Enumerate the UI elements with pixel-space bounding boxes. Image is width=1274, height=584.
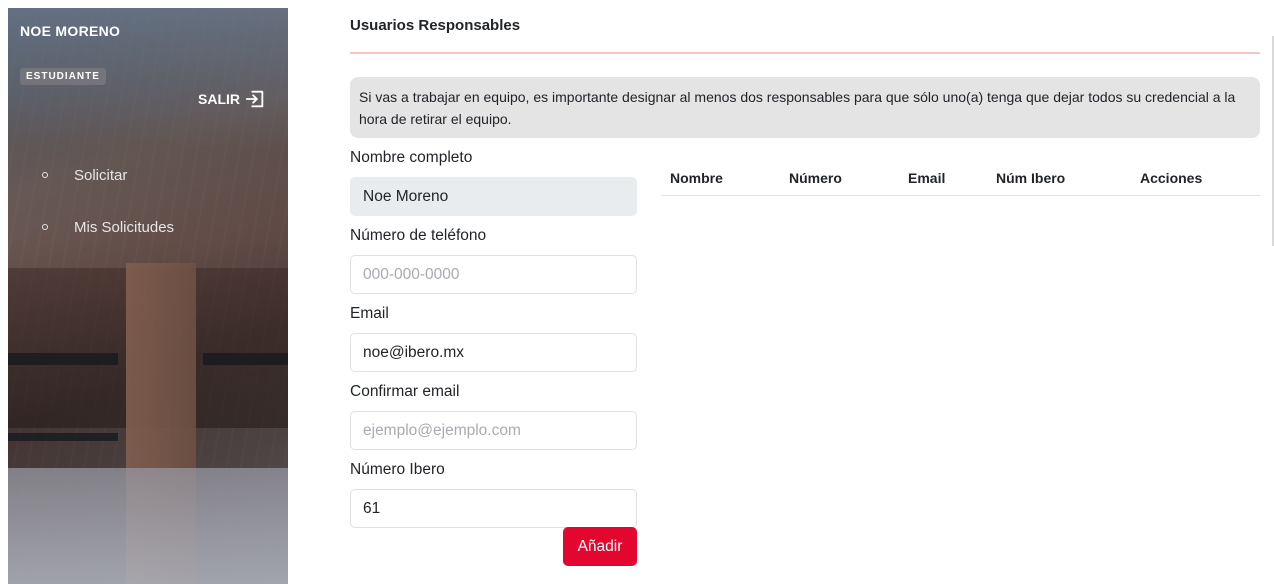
- user-name: NOE MORENO: [20, 23, 121, 39]
- add-button[interactable]: Añadir: [563, 527, 637, 566]
- info-box: Si vas a trabajar en equipo, es importan…: [350, 77, 1260, 138]
- responsible-users-table: Nombre Número Email Núm Ibero Acciones: [662, 160, 1260, 196]
- email-input[interactable]: [350, 333, 637, 372]
- confirm-email-label: Confirmar email: [350, 383, 460, 400]
- column-header-nombre: Nombre: [670, 169, 723, 186]
- title-divider: [350, 52, 1260, 54]
- confirm-email-input[interactable]: [350, 411, 637, 450]
- logout-icon: [245, 90, 264, 108]
- full-name-label: Nombre completo: [350, 149, 473, 166]
- sidebar-item-label: Solicitar: [74, 166, 128, 184]
- sidebar-item-mis-solicitudes[interactable]: Mis Solicitudes: [8, 210, 288, 244]
- ibero-number-label: Número Ibero: [350, 461, 445, 478]
- sidebar-item-solicitar[interactable]: Solicitar: [8, 158, 288, 192]
- sidebar-item-label: Mis Solicitudes: [74, 218, 175, 236]
- sidebar-nav: Solicitar Mis Solicitudes: [8, 158, 288, 262]
- main-content: Usuarios Responsables Si vas a trabajar …: [350, 0, 1262, 584]
- responsible-user-form: Nombre completo Número de teléfono Email…: [350, 146, 638, 566]
- role-badge: ESTUDIANTE: [20, 68, 106, 85]
- logout-label: SALIR: [198, 91, 240, 107]
- phone-input[interactable]: [350, 255, 637, 294]
- sidebar: NOE MORENO ESTUDIANTE SALIR Solicitar Mi…: [8, 8, 288, 584]
- logout-button[interactable]: SALIR: [198, 88, 266, 110]
- phone-label: Número de teléfono: [350, 227, 487, 244]
- sidebar-background-window: [8, 433, 118, 441]
- column-header-acciones: Acciones: [1140, 169, 1203, 186]
- sidebar-background-floor: [8, 468, 288, 584]
- sidebar-background-window: [8, 353, 118, 365]
- sidebar-background-window: [203, 353, 288, 365]
- table-header: Nombre Número Email Núm Ibero Acciones: [662, 160, 1260, 196]
- column-header-numero: Número: [789, 169, 842, 186]
- column-header-num-ibero: Núm Ibero: [996, 169, 1066, 186]
- email-label: Email: [350, 305, 389, 322]
- bullet-icon: [42, 172, 48, 178]
- column-header-email: Email: [908, 169, 946, 186]
- section-title: Usuarios Responsables: [350, 17, 521, 34]
- bullet-icon: [42, 224, 48, 230]
- full-name-input[interactable]: [350, 177, 637, 216]
- ibero-number-input[interactable]: [350, 489, 637, 528]
